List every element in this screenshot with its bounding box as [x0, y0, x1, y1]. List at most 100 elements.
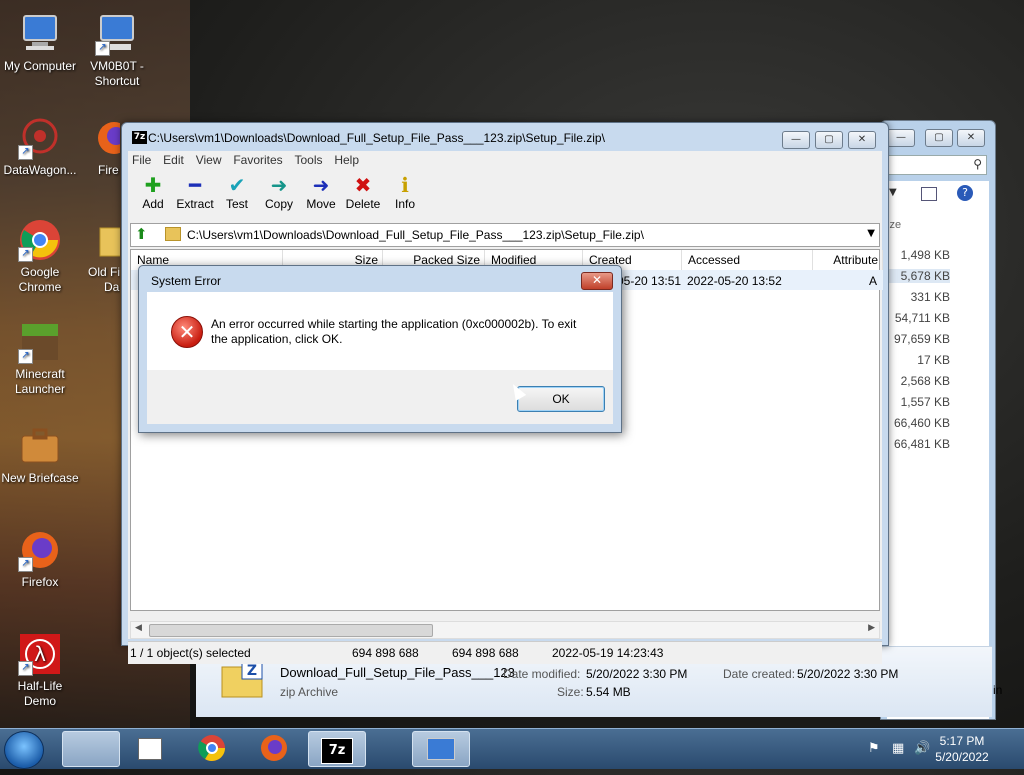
- bg-file-size: 1,498 KB: [900, 248, 950, 262]
- desktop-icon-google-chrome[interactable]: ↗ Google Chrome: [0, 218, 80, 295]
- toolbar-delete-button[interactable]: ✖ Delete: [342, 175, 384, 211]
- desktop-icon-vm0b0t-shortcut[interactable]: ↗ VM0B0T - Shortcut: [77, 12, 157, 89]
- menu-file[interactable]: File: [128, 151, 155, 169]
- status-bar: 1 / 1 object(s) selected 694 898 688 694…: [128, 641, 882, 664]
- start-button[interactable]: [4, 731, 44, 769]
- toolbar-copy-button[interactable]: ➜ Copy: [258, 175, 300, 211]
- details-date-created: 5/20/2022 3:30 PM: [797, 667, 899, 681]
- desktop-icon-label: New Briefcase: [1, 471, 79, 485]
- size-column-header[interactable]: ize: [887, 219, 901, 231]
- address-bar[interactable]: ⬆ C:\Users\vm1\Downloads\Download_Full_S…: [130, 223, 880, 247]
- desktop-icon-new-briefcase[interactable]: New Briefcase: [0, 424, 80, 486]
- close-button[interactable]: ✕: [848, 131, 876, 149]
- arrow-right-icon: ➜: [312, 175, 330, 197]
- taskbar-item-firefox[interactable]: [246, 731, 302, 765]
- desktop-icon-label: Shortcut: [94, 74, 140, 88]
- toolbar-label: Add: [142, 197, 164, 211]
- svg-text:λ: λ: [34, 642, 46, 666]
- toolbar-label: Info: [394, 197, 415, 211]
- search-box[interactable]: ⚲: [885, 155, 987, 175]
- maximize-button[interactable]: ▢: [925, 129, 953, 147]
- view-dropdown-icon[interactable]: ▼: [889, 187, 897, 198]
- minecraft-icon: ↗: [18, 320, 62, 364]
- desktop-icon-label: Google: [20, 265, 60, 279]
- help-icon[interactable]: ?: [957, 185, 973, 201]
- desktop-icon-firefox-partial[interactable]: Fire: [80, 116, 120, 178]
- firefox-icon: ↗: [18, 528, 62, 572]
- details-date-modified: 5/20/2022 3:30 PM: [586, 667, 688, 681]
- minimize-button[interactable]: —: [782, 131, 810, 149]
- taskbar-item-notepad[interactable]: [122, 731, 178, 765]
- taskbar-item-7zip[interactable]: 7z: [308, 731, 366, 767]
- address-path[interactable]: C:\Users\vm1\Downloads\Download_Full_Set…: [187, 228, 644, 242]
- notepad-icon: [138, 738, 162, 760]
- menu-bar: File Edit View Favorites Tools Help: [128, 151, 882, 169]
- toolbar-move-button[interactable]: ➜ Move: [300, 175, 342, 211]
- up-folder-icon[interactable]: ⬆: [135, 225, 148, 243]
- flag-icon[interactable]: ⚑: [868, 741, 880, 756]
- close-button[interactable]: ✕: [957, 129, 985, 147]
- bg-file-size: 66,460 KB: [893, 416, 950, 430]
- toolbar-test-button[interactable]: ✔ Test: [216, 175, 258, 211]
- network-icon[interactable]: ▦: [892, 741, 904, 756]
- desktop-icon-label: DataWagon...: [3, 163, 77, 177]
- scroll-right-icon[interactable]: ▶: [868, 623, 875, 633]
- desktop-icon-half-life-demo[interactable]: λ ↗ Half-Life Demo: [0, 632, 80, 709]
- desktop-icon-minecraft-launcher[interactable]: ↗ Minecraft Launcher: [0, 320, 80, 397]
- taskbar-item-explorer[interactable]: [412, 731, 470, 767]
- bg-file-size: 1,557 KB: [900, 395, 950, 409]
- shortcut-arrow-icon: ↗: [18, 557, 33, 572]
- bg-file-size: 54,711 KB: [894, 311, 950, 325]
- toolbar-add-button[interactable]: ✚ Add: [132, 175, 174, 211]
- desktop-icon-old-files-partial[interactable]: Old Fi Da: [80, 218, 120, 295]
- desktop-icon-label: Old Fi: [88, 265, 120, 279]
- menu-favorites[interactable]: Favorites: [229, 151, 286, 169]
- dialog-close-button[interactable]: ✕: [581, 272, 613, 290]
- desktop-icon-label: Launcher: [14, 382, 66, 396]
- preview-pane-icon[interactable]: [921, 187, 937, 201]
- x-icon: ✖: [354, 175, 372, 197]
- status-modified: 2022-05-19 14:23:43: [552, 646, 664, 660]
- check-icon: ✔: [228, 175, 246, 197]
- computer-icon: [427, 738, 455, 760]
- details-file-name: Download_Full_Setup_File_Pass___123: [280, 665, 515, 680]
- desktop-icon-label: Minecraft: [15, 367, 65, 381]
- taskbar-clock[interactable]: 5:17 PM 5/20/2022: [922, 733, 1002, 765]
- shortcut-arrow-icon: ↗: [18, 349, 33, 364]
- bg-file-size: 66,481 KB: [893, 437, 950, 451]
- menu-edit[interactable]: Edit: [159, 151, 188, 169]
- menu-tools[interactable]: Tools: [291, 151, 327, 169]
- taskbar-item-blank[interactable]: [62, 731, 120, 767]
- dialog-title: System Error: [151, 274, 222, 288]
- desktop-icon-firefox[interactable]: ↗ Firefox: [0, 528, 80, 590]
- minimize-button[interactable]: —: [887, 129, 915, 147]
- col-attributes[interactable]: Attribute: [813, 250, 883, 270]
- chevron-down-icon[interactable]: ▼: [867, 228, 875, 239]
- ok-button[interactable]: OK: [517, 386, 605, 412]
- window-title: C:\Users\vm1\Downloads\Download_Full_Set…: [148, 131, 605, 145]
- toolbar-extract-button[interactable]: ━ Extract: [174, 175, 216, 211]
- menu-view[interactable]: View: [192, 151, 226, 169]
- toolbar-info-button[interactable]: ℹ Info: [384, 175, 426, 211]
- maximize-button[interactable]: ▢: [815, 131, 843, 149]
- datawagon-icon: ↗: [18, 116, 62, 160]
- details-truncated-text: in: [993, 683, 1003, 697]
- error-message: An error occurred while starting the app…: [211, 317, 577, 346]
- desktop-icon-my-computer[interactable]: My Computer: [0, 12, 80, 74]
- scroll-thumb[interactable]: [149, 624, 433, 637]
- chrome-icon: [198, 735, 226, 762]
- bg-file-size: 17 KB: [917, 353, 950, 367]
- shortcut-arrow-icon: ↗: [95, 41, 110, 56]
- taskbar-item-chrome[interactable]: [184, 731, 240, 765]
- bg-file-size: 2,568 KB: [900, 374, 950, 388]
- col-accessed[interactable]: Accessed: [682, 250, 813, 270]
- system-error-dialog[interactable]: System Error ✕ ✕ An error occurred while…: [138, 265, 622, 433]
- bg-file-size: 5,678 KB: [880, 269, 950, 283]
- folder-icon: [96, 218, 120, 262]
- horizontal-scrollbar[interactable]: ◀ ▶: [130, 621, 880, 639]
- menu-help[interactable]: Help: [330, 151, 363, 169]
- toolbar: ✚ Add ━ Extract ✔ Test ➜ Copy ➜ Move ✖ Delete ℹ Info: [128, 171, 882, 219]
- sevenzip-icon: 7z: [321, 738, 353, 764]
- scroll-left-icon[interactable]: ◀: [135, 623, 142, 633]
- desktop-icon-datawagon[interactable]: ↗ DataWagon...: [0, 116, 80, 178]
